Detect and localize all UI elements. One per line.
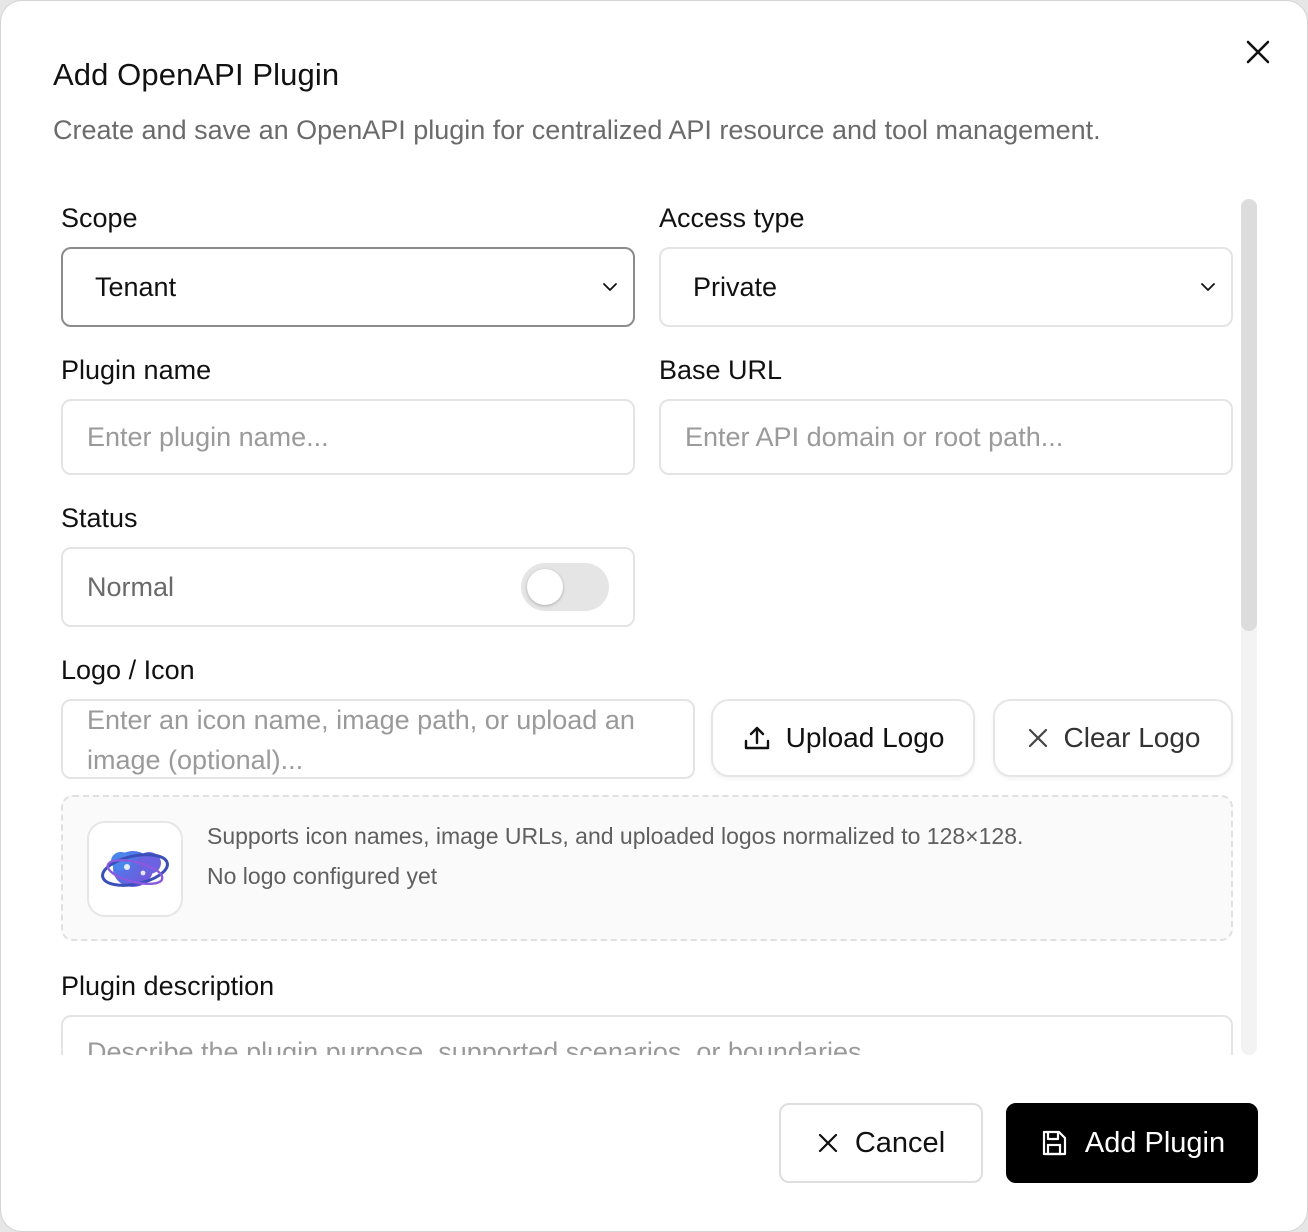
add-plugin-button[interactable]: Add Plugin — [1006, 1103, 1258, 1183]
logo-state: No logo configured yet — [207, 863, 438, 889]
upload-logo-button[interactable]: Upload Logo — [711, 699, 975, 777]
base-url-label: Base URL — [659, 355, 783, 385]
add-plugin-label: Add Plugin — [1084, 1126, 1226, 1159]
description-field[interactable]: Describe the plugin purpose, supported s… — [61, 1015, 1233, 1055]
cancel-button[interactable]: Cancel — [779, 1103, 983, 1183]
dialog-subtitle: Create and save an OpenAPI plugin for ce… — [53, 115, 1101, 145]
logo-preview-box: Supports icon names, image URLs, and upl… — [61, 795, 1233, 941]
upload-logo-label: Upload Logo — [785, 722, 945, 753]
cancel-label: Cancel — [854, 1126, 946, 1159]
access-type-select[interactable]: Private — [659, 247, 1233, 327]
scope-select[interactable]: Tenant — [61, 247, 635, 327]
form-body: Scope Tenant Access type Private Plugin … — [1, 191, 1307, 1055]
upload-icon — [744, 726, 769, 750]
scope-label: Scope — [61, 203, 138, 233]
toggle-knob — [527, 569, 563, 605]
plugin-logo-icon — [101, 851, 169, 887]
close-button[interactable] — [1239, 33, 1277, 71]
status-label: Status — [61, 503, 138, 533]
logo-input[interactable] — [87, 700, 669, 778]
dialog-title: Add OpenAPI Plugin — [53, 57, 340, 92]
x-icon — [1028, 728, 1047, 748]
plugin-name-input[interactable] — [87, 421, 609, 453]
logo-preview — [87, 821, 183, 917]
close-icon — [1246, 40, 1270, 64]
chevron-down-icon — [1201, 283, 1215, 291]
add-plugin-dialog: Add OpenAPI Plugin Create and save an Op… — [0, 0, 1308, 1232]
status-value: Normal — [87, 571, 175, 602]
logo-label: Logo / Icon — [61, 655, 195, 685]
base-url-field — [659, 399, 1233, 475]
plugin-name-label: Plugin name — [61, 355, 212, 385]
access-type-value: Private — [693, 271, 778, 302]
status-field: Normal — [61, 547, 635, 627]
clear-logo-label: Clear Logo — [1063, 722, 1201, 753]
clear-logo-button[interactable]: Clear Logo — [993, 699, 1233, 777]
x-icon — [818, 1133, 837, 1153]
scope-value: Tenant — [95, 271, 177, 302]
chevron-down-icon — [603, 283, 617, 291]
description-label: Plugin description — [61, 971, 275, 1001]
logo-field — [61, 699, 695, 779]
plugin-name-field — [61, 399, 635, 475]
access-type-label: Access type — [659, 203, 805, 233]
description-placeholder: Describe the plugin purpose, supported s… — [87, 1037, 884, 1055]
base-url-input[interactable] — [685, 421, 1207, 453]
status-toggle[interactable] — [521, 563, 609, 611]
logo-hint: Supports icon names, image URLs, and upl… — [207, 823, 1024, 849]
save-icon — [1042, 1130, 1066, 1156]
